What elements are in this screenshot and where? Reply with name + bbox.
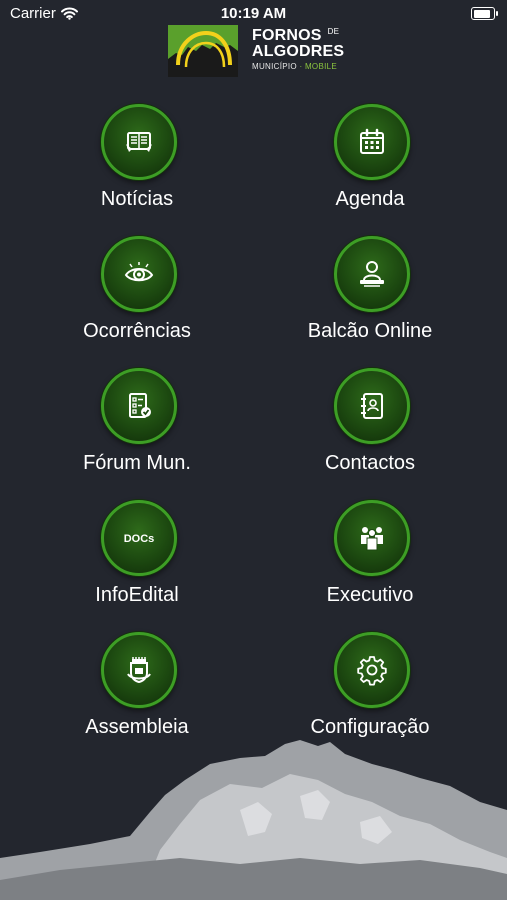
menu-circle <box>334 236 410 312</box>
logo-de: DE <box>327 27 340 36</box>
menu-label: Contactos <box>324 452 416 474</box>
logo-wordmark: FORNOS DE ALGODRES MUNICÍPIO · MOBILE <box>252 28 344 71</box>
gear-icon <box>357 656 387 686</box>
logo-line2: ALGODRES <box>252 43 345 60</box>
calendar-icon <box>360 128 384 154</box>
menu-assembleia[interactable]: Assembleia <box>37 632 237 750</box>
checklist-icon <box>129 393 151 418</box>
menu-circle <box>101 632 177 708</box>
logo-sub-sep: · <box>296 62 305 71</box>
menu-forum-mun[interactable]: Fórum Mun. <box>37 368 237 486</box>
app-logo: FORNOS DE ALGODRES MUNICÍPIO · MOBILE <box>168 25 344 79</box>
address-book-icon <box>361 393 383 419</box>
docs-icon: DOCs <box>124 533 155 545</box>
menu-circle <box>334 500 410 576</box>
coat-of-arms-icon <box>127 657 151 684</box>
menu-label: Ocorrências <box>83 320 191 342</box>
menu-circle <box>101 368 177 444</box>
menu-label: Assembleia <box>85 716 189 738</box>
newspaper-icon <box>126 132 152 152</box>
menu-configuracao[interactable]: Configuração <box>270 632 470 750</box>
menu-label: Balcão Online <box>307 320 433 342</box>
menu-circle <box>334 632 410 708</box>
group-icon <box>361 527 383 551</box>
counter-icon <box>360 261 384 287</box>
menu-agenda[interactable]: Agenda <box>270 104 470 222</box>
municipality-emblem-icon <box>168 25 238 77</box>
battery-level <box>473 9 490 18</box>
menu-label: Notícias <box>100 188 174 210</box>
logo-line1: FORNOS <box>252 27 322 44</box>
rock-landscape-illustration <box>0 740 507 900</box>
eye-icon <box>124 262 154 282</box>
menu-label: Configuração <box>310 716 430 738</box>
battery-icon <box>471 7 498 20</box>
status-time: 10:19 AM <box>220 5 287 22</box>
menu-label: Fórum Mun. <box>83 452 191 474</box>
menu-label: Agenda <box>335 188 405 210</box>
menu-circle <box>334 104 410 180</box>
logo-sub-municipio: MUNICÍPIO <box>252 62 297 71</box>
menu-circle <box>101 236 177 312</box>
menu-noticias[interactable]: Notícias <box>37 104 237 222</box>
docs-icon-text: DOCs <box>124 533 155 545</box>
status-bar: Carrier 10:19 AM <box>0 0 507 28</box>
logo-sub-mobile: MOBILE <box>304 62 337 71</box>
menu-circle <box>334 368 410 444</box>
menu-executivo[interactable]: Executivo <box>270 500 470 618</box>
menu-contactos[interactable]: Contactos <box>270 368 470 486</box>
menu-infoedital[interactable]: DOCs InfoEdital <box>37 500 237 618</box>
menu-label: Executivo <box>326 584 414 606</box>
menu-ocorrencias[interactable]: Ocorrências <box>37 236 237 354</box>
menu-balcao-online[interactable]: Balcão Online <box>270 236 470 354</box>
menu-circle <box>101 104 177 180</box>
menu-label: InfoEdital <box>95 584 179 606</box>
menu-circle: DOCs <box>101 500 177 576</box>
